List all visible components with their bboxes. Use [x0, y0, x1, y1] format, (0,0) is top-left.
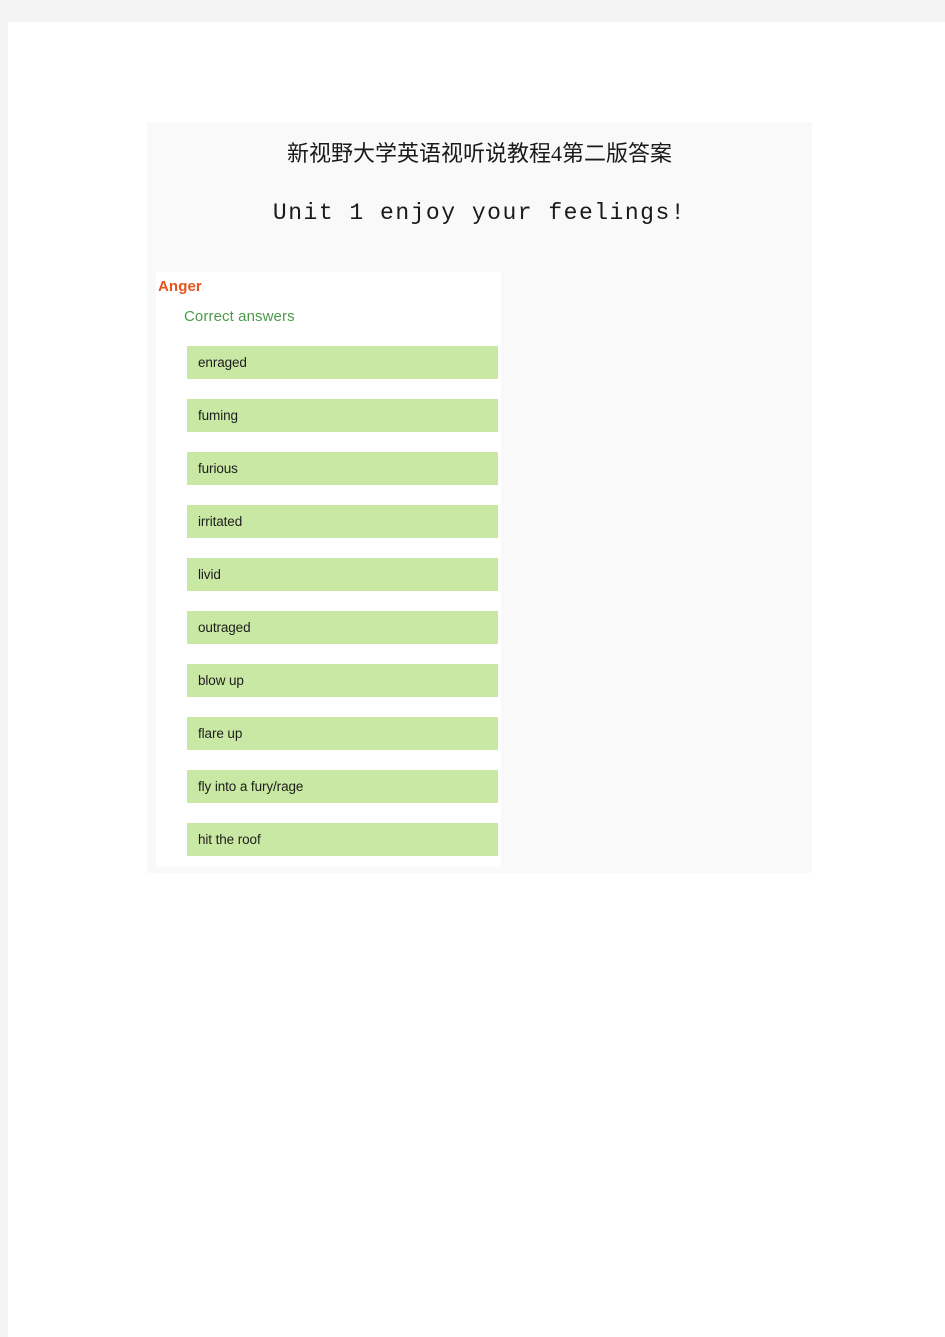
category-label-anger: Anger [158, 278, 202, 295]
answer-item: blow up [187, 664, 498, 697]
answer-item: flare up [187, 717, 498, 750]
correct-answers-label: Correct answers [184, 308, 295, 325]
answer-item: irritated [187, 505, 498, 538]
answer-card: Anger Correct answers enraged fuming fur… [156, 272, 501, 867]
embedded-screenshot-region: 新视野大学英语视听说教程4第二版答案 Unit 1 enjoy your fee… [147, 122, 812, 873]
answer-item: enraged [187, 346, 498, 379]
answer-item: hit the roof [187, 823, 498, 856]
answer-item: livid [187, 558, 498, 591]
answer-item: fuming [187, 399, 498, 432]
answer-item: outraged [187, 611, 498, 644]
answer-item: furious [187, 452, 498, 485]
page-subtitle: Unit 1 enjoy your feelings! [272, 200, 687, 226]
document-page: 新视野大学英语视听说教程4第二版答案 Unit 1 enjoy your fee… [8, 22, 945, 1337]
answer-list: enraged fuming furious irritated livid o… [187, 346, 498, 856]
answer-item: fly into a fury/rage [187, 770, 498, 803]
page-title: 新视野大学英语视听说教程4第二版答案 [286, 141, 672, 166]
